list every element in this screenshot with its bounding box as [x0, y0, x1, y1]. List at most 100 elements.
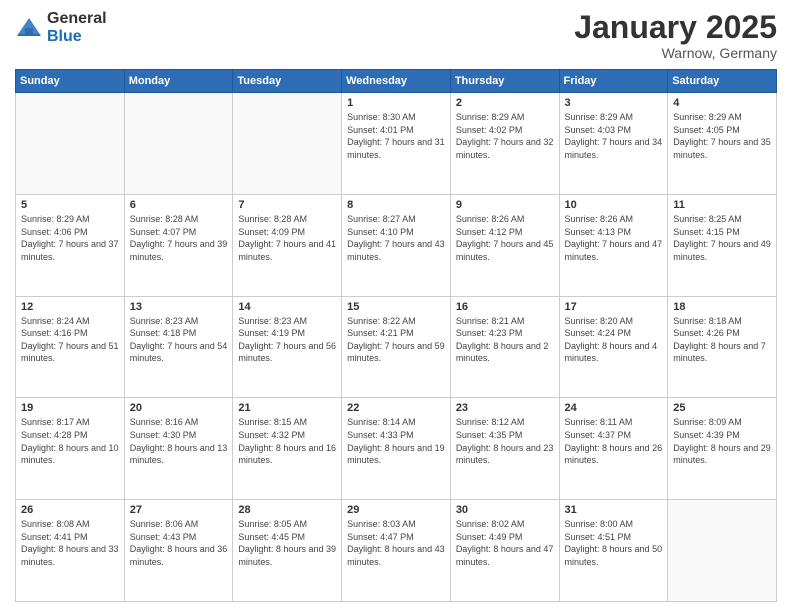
day-number: 15: [347, 301, 445, 313]
day-info: Sunrise: 8:25 AM Sunset: 4:15 PM Dayligh…: [673, 213, 771, 263]
page: General Blue January 2025 Warnow, German…: [0, 0, 792, 612]
day-info: Sunrise: 8:26 AM Sunset: 4:12 PM Dayligh…: [456, 213, 554, 263]
day-info: Sunrise: 8:15 AM Sunset: 4:32 PM Dayligh…: [238, 416, 336, 466]
title-block: January 2025 Warnow, Germany: [574, 10, 777, 61]
day-number: 29: [347, 504, 445, 516]
day-number: 12: [21, 301, 119, 313]
calendar-cell: [668, 500, 777, 602]
day-info: Sunrise: 8:23 AM Sunset: 4:19 PM Dayligh…: [238, 315, 336, 365]
day-number: 5: [21, 199, 119, 211]
day-number: 24: [565, 402, 663, 414]
calendar-cell: 17 Sunrise: 8:20 AM Sunset: 4:24 PM Dayli…: [559, 296, 668, 398]
day-info: Sunrise: 8:29 AM Sunset: 4:03 PM Dayligh…: [565, 111, 663, 161]
day-info: Sunrise: 8:12 AM Sunset: 4:35 PM Dayligh…: [456, 416, 554, 466]
calendar-cell: 10 Sunrise: 8:26 AM Sunset: 4:13 PM Dayli…: [559, 194, 668, 296]
day-number: 26: [21, 504, 119, 516]
month-title: January 2025: [574, 10, 777, 45]
calendar-cell: 8 Sunrise: 8:27 AM Sunset: 4:10 PM Daylig…: [342, 194, 451, 296]
day-number: 8: [347, 199, 445, 211]
calendar-cell: 30Sunrise: 8:02 AM Sunset: 4:49 PM Dayli…: [450, 500, 559, 602]
day-number: 30: [456, 504, 554, 516]
calendar-cell: 19 Sunrise: 8:17 AM Sunset: 4:28 PM Dayli…: [16, 398, 125, 500]
logo-blue-text: Blue: [47, 28, 107, 46]
day-info: Sunrise: 8:00 AM Sunset: 4:51 PM Dayligh…: [565, 518, 663, 568]
day-info: Sunrise: 8:08 AM Sunset: 4:41 PM Dayligh…: [21, 518, 119, 568]
calendar-cell: 28 Sunrise: 8:05 AM Sunset: 4:45 PM Dayli…: [233, 500, 342, 602]
calendar-cell: [124, 93, 233, 195]
day-info: Sunrise: 8:11 AM Sunset: 4:37 PM Dayligh…: [565, 416, 663, 466]
location: Warnow, Germany: [574, 45, 777, 61]
calendar-header-row: Sunday Monday Tuesday Wednesday Thursday…: [16, 70, 777, 93]
calendar-week-row-2: 12 Sunrise: 8:24 AM Sunset: 4:16 PM Dayli…: [16, 296, 777, 398]
day-number: 3: [565, 97, 663, 109]
calendar-cell: 22 Sunrise: 8:14 AM Sunset: 4:33 PM Dayli…: [342, 398, 451, 500]
col-saturday: Saturday: [668, 70, 777, 93]
day-number: 14: [238, 301, 336, 313]
header: General Blue January 2025 Warnow, German…: [15, 10, 777, 61]
logo-icon: [15, 14, 43, 42]
day-number: 17: [565, 301, 663, 313]
day-info: Sunrise: 8:05 AM Sunset: 4:45 PM Dayligh…: [238, 518, 336, 568]
day-info: Sunrise: 8:16 AM Sunset: 4:30 PM Dayligh…: [130, 416, 228, 466]
day-number: 9: [456, 199, 554, 211]
calendar-week-row-0: 1Sunrise: 8:30 AM Sunset: 4:01 PM Daylig…: [16, 93, 777, 195]
day-number: 28: [238, 504, 336, 516]
logo-text: General Blue: [47, 10, 107, 45]
day-info: Sunrise: 8:14 AM Sunset: 4:33 PM Dayligh…: [347, 416, 445, 466]
day-number: 13: [130, 301, 228, 313]
calendar-cell: 25Sunrise: 8:09 AM Sunset: 4:39 PM Dayli…: [668, 398, 777, 500]
calendar-cell: 21Sunrise: 8:15 AM Sunset: 4:32 PM Dayli…: [233, 398, 342, 500]
day-number: 10: [565, 199, 663, 211]
calendar-cell: 16 Sunrise: 8:21 AM Sunset: 4:23 PM Dayli…: [450, 296, 559, 398]
calendar-table: Sunday Monday Tuesday Wednesday Thursday…: [15, 69, 777, 602]
day-info: Sunrise: 8:18 AM Sunset: 4:26 PM Dayligh…: [673, 315, 771, 365]
calendar-cell: 12 Sunrise: 8:24 AM Sunset: 4:16 PM Dayli…: [16, 296, 125, 398]
calendar-cell: 2Sunrise: 8:29 AM Sunset: 4:02 PM Daylig…: [450, 93, 559, 195]
calendar-cell: 27Sunrise: 8:06 AM Sunset: 4:43 PM Dayli…: [124, 500, 233, 602]
calendar-cell: 11 Sunrise: 8:25 AM Sunset: 4:15 PM Dayli…: [668, 194, 777, 296]
calendar-week-row-4: 26 Sunrise: 8:08 AM Sunset: 4:41 PM Dayli…: [16, 500, 777, 602]
day-number: 27: [130, 504, 228, 516]
calendar-cell: 24 Sunrise: 8:11 AM Sunset: 4:37 PM Dayli…: [559, 398, 668, 500]
day-info: Sunrise: 8:17 AM Sunset: 4:28 PM Dayligh…: [21, 416, 119, 466]
calendar-cell: [233, 93, 342, 195]
calendar-cell: 15Sunrise: 8:22 AM Sunset: 4:21 PM Dayli…: [342, 296, 451, 398]
day-info: Sunrise: 8:23 AM Sunset: 4:18 PM Dayligh…: [130, 315, 228, 365]
day-info: Sunrise: 8:24 AM Sunset: 4:16 PM Dayligh…: [21, 315, 119, 365]
calendar-cell: 6 Sunrise: 8:28 AM Sunset: 4:07 PM Daylig…: [124, 194, 233, 296]
calendar-cell: 1Sunrise: 8:30 AM Sunset: 4:01 PM Daylig…: [342, 93, 451, 195]
calendar-cell: 29Sunrise: 8:03 AM Sunset: 4:47 PM Dayli…: [342, 500, 451, 602]
day-number: 20: [130, 402, 228, 414]
calendar-cell: 31Sunrise: 8:00 AM Sunset: 4:51 PM Dayli…: [559, 500, 668, 602]
day-number: 1: [347, 97, 445, 109]
calendar-week-row-3: 19 Sunrise: 8:17 AM Sunset: 4:28 PM Dayli…: [16, 398, 777, 500]
day-number: 11: [673, 199, 771, 211]
day-info: Sunrise: 8:29 AM Sunset: 4:05 PM Dayligh…: [673, 111, 771, 161]
day-number: 25: [673, 402, 771, 414]
day-number: 16: [456, 301, 554, 313]
calendar-cell: 9 Sunrise: 8:26 AM Sunset: 4:12 PM Daylig…: [450, 194, 559, 296]
col-thursday: Thursday: [450, 70, 559, 93]
day-info: Sunrise: 8:26 AM Sunset: 4:13 PM Dayligh…: [565, 213, 663, 263]
calendar-cell: 3 Sunrise: 8:29 AM Sunset: 4:03 PM Daylig…: [559, 93, 668, 195]
calendar-cell: 23 Sunrise: 8:12 AM Sunset: 4:35 PM Dayli…: [450, 398, 559, 500]
day-info: Sunrise: 8:28 AM Sunset: 4:07 PM Dayligh…: [130, 213, 228, 263]
day-number: 23: [456, 402, 554, 414]
day-number: 22: [347, 402, 445, 414]
day-info: Sunrise: 8:28 AM Sunset: 4:09 PM Dayligh…: [238, 213, 336, 263]
calendar-cell: 4Sunrise: 8:29 AM Sunset: 4:05 PM Daylig…: [668, 93, 777, 195]
day-info: Sunrise: 8:27 AM Sunset: 4:10 PM Dayligh…: [347, 213, 445, 263]
calendar-cell: 14 Sunrise: 8:23 AM Sunset: 4:19 PM Dayli…: [233, 296, 342, 398]
logo: General Blue: [15, 10, 107, 45]
day-info: Sunrise: 8:29 AM Sunset: 4:06 PM Dayligh…: [21, 213, 119, 263]
calendar-cell: [16, 93, 125, 195]
day-info: Sunrise: 8:20 AM Sunset: 4:24 PM Dayligh…: [565, 315, 663, 365]
calendar-cell: 5 Sunrise: 8:29 AM Sunset: 4:06 PM Daylig…: [16, 194, 125, 296]
col-friday: Friday: [559, 70, 668, 93]
day-number: 19: [21, 402, 119, 414]
col-tuesday: Tuesday: [233, 70, 342, 93]
day-info: Sunrise: 8:21 AM Sunset: 4:23 PM Dayligh…: [456, 315, 554, 365]
day-number: 6: [130, 199, 228, 211]
day-number: 2: [456, 97, 554, 109]
logo-general-text: General: [47, 10, 107, 28]
